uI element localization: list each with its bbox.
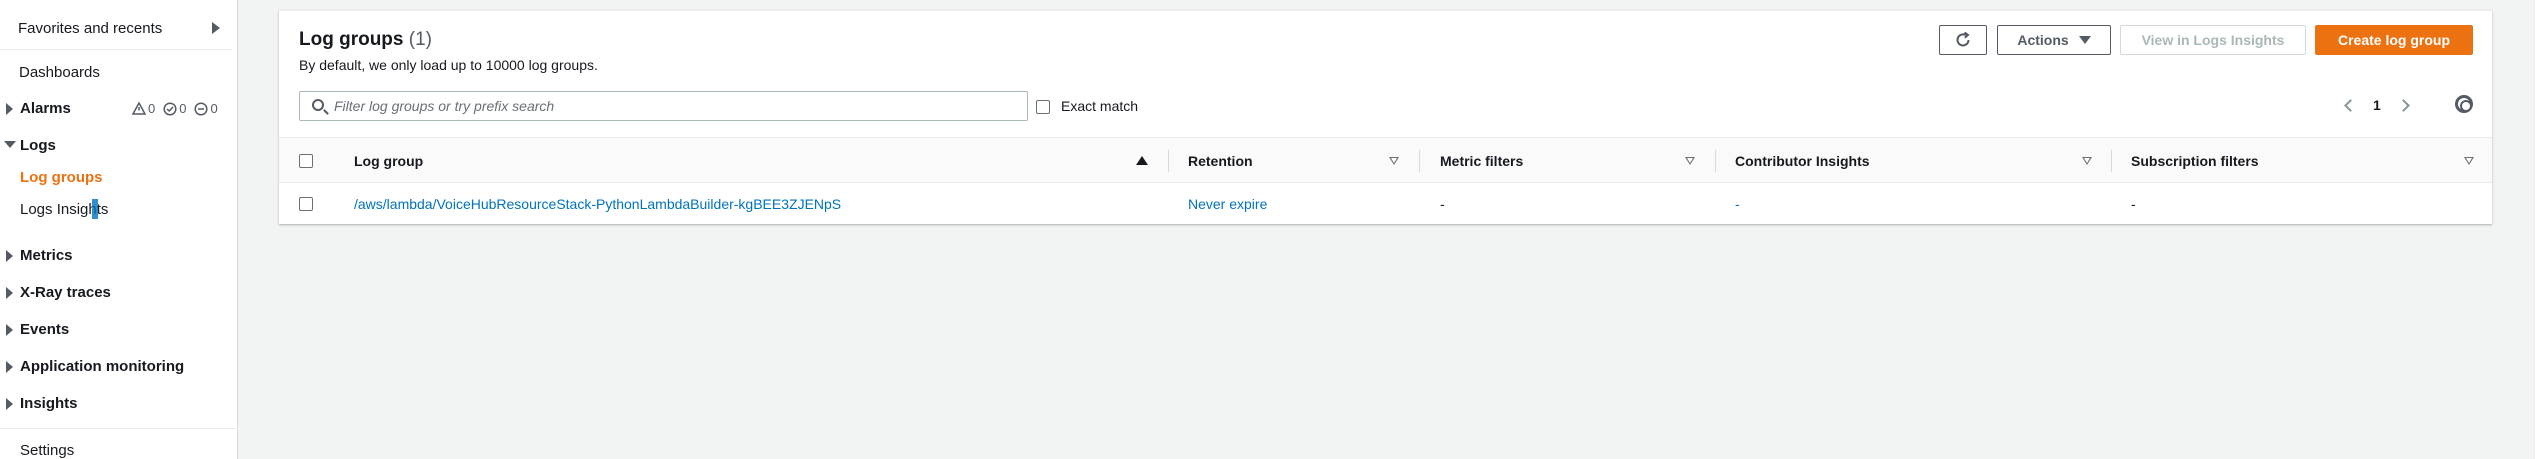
alarm-insufficient[interactable]: 0	[194, 101, 218, 116]
caret-right-icon[interactable]	[6, 398, 13, 410]
column-header-metric-filters[interactable]: Metric filters	[1440, 138, 1523, 184]
column-header-contributor-insights[interactable]: Contributor Insights	[1735, 138, 1870, 184]
table-row: /aws/lambda/VoiceHubResourceStack-Python…	[279, 184, 2492, 224]
sort-icon[interactable]	[2082, 157, 2092, 165]
search-input[interactable]	[334, 98, 1027, 114]
sidebar-favorites-label: Favorites and recents	[18, 20, 163, 37]
sidebar-item-dashboards[interactable]: Dashboards	[19, 64, 100, 81]
alarm-insufficient-count: 0	[210, 101, 218, 116]
actions-dropdown[interactable]: Actions	[1997, 25, 2111, 55]
page-scrollbar[interactable]	[2534, 0, 2548, 459]
log-group-count: (1)	[408, 29, 432, 50]
caret-right-icon[interactable]	[6, 250, 13, 262]
column-header-subscription-filters[interactable]: Subscription filters	[2131, 138, 2259, 184]
text-cursor	[92, 199, 98, 219]
create-log-group-button[interactable]: Create log group	[2315, 25, 2473, 55]
caret-right-icon	[212, 22, 220, 34]
alarm-in-alarm-count: 0	[148, 101, 156, 116]
caret-right-icon[interactable]	[6, 324, 13, 336]
column-divider	[1419, 150, 1420, 172]
gear-icon[interactable]	[2455, 95, 2473, 113]
sort-icon[interactable]	[1685, 157, 1695, 165]
page-description: By default, we only load up to 10000 log…	[299, 57, 598, 73]
pagination: 1	[2344, 97, 2410, 113]
sidebar-item-app-monitoring[interactable]: Application monitoring	[20, 358, 184, 375]
alarm-ok[interactable]: 0	[163, 101, 186, 116]
refresh-icon	[1956, 31, 1970, 47]
sidebar-item-logs[interactable]: Logs	[20, 137, 56, 154]
column-divider	[1715, 150, 1716, 172]
metric-filters-value: -	[1440, 196, 1445, 212]
sort-icon[interactable]	[2464, 157, 2474, 165]
log-groups-panel: Log groups (1) By default, we only load …	[279, 10, 2492, 224]
caret-right-icon[interactable]	[6, 287, 13, 299]
view-in-logs-insights-button[interactable]: View in Logs Insights	[2120, 25, 2306, 55]
chevron-left-icon[interactable]	[2344, 98, 2357, 112]
table-header: Log group Retention Metric filters Contr…	[279, 137, 2492, 183]
page-title: Log groups (1)	[299, 29, 432, 51]
sidebar-item-alarms[interactable]: Alarms	[20, 100, 71, 117]
refresh-button[interactable]	[1939, 25, 1987, 55]
column-divider	[2111, 150, 2112, 172]
sort-ascending-icon[interactable]	[1136, 156, 1148, 165]
contributor-insights-value[interactable]: -	[1735, 184, 1740, 224]
subscription-filters-value: -	[2131, 196, 2136, 212]
sidebar-divider	[0, 428, 238, 429]
alarm-in-alarm[interactable]: 0	[132, 101, 155, 116]
caret-down-icon[interactable]	[4, 141, 16, 148]
sidebar-item-settings[interactable]: Settings	[20, 442, 74, 459]
sidebar-favorites[interactable]: Favorites and recents	[0, 8, 232, 50]
current-page[interactable]: 1	[2373, 97, 2381, 113]
caret-down-icon	[2078, 36, 2091, 44]
caret-right-icon[interactable]	[6, 103, 13, 115]
retention-link[interactable]: Never expire	[1188, 184, 1267, 224]
column-divider	[1168, 150, 1169, 172]
sidebar-item-insights[interactable]: Insights	[20, 395, 78, 412]
caret-right-icon[interactable]	[6, 361, 13, 373]
actions-label: Actions	[2017, 32, 2069, 48]
row-checkbox[interactable]	[299, 197, 313, 211]
alarm-status-counts: 0 0 0	[132, 101, 218, 116]
sidebar-item-metrics[interactable]: Metrics	[20, 247, 73, 264]
warning-icon	[132, 102, 146, 115]
select-all-checkbox[interactable]	[299, 154, 313, 168]
sidebar-item-events[interactable]: Events	[20, 321, 69, 338]
minus-circle-icon	[194, 101, 209, 116]
alarm-ok-count: 0	[179, 101, 187, 116]
sidebar-item-xray[interactable]: X-Ray traces	[20, 284, 111, 301]
exact-match-checkbox[interactable]	[1036, 100, 1050, 114]
sidebar: Favorites and recents Dashboards Alarms …	[0, 0, 238, 459]
exact-match-label: Exact match	[1061, 98, 1139, 114]
check-circle-icon	[163, 101, 177, 116]
chevron-right-icon[interactable]	[2396, 98, 2410, 112]
page-title-text: Log groups	[299, 29, 404, 50]
sort-icon[interactable]	[1389, 157, 1399, 165]
log-group-link[interactable]: /aws/lambda/VoiceHubResourceStack-Python…	[354, 184, 841, 224]
search-icon	[312, 99, 324, 111]
column-header-log-group[interactable]: Log group	[354, 138, 423, 184]
search-field[interactable]	[299, 91, 1028, 121]
sidebar-item-log-groups[interactable]: Log groups	[20, 169, 103, 186]
column-header-retention[interactable]: Retention	[1188, 138, 1253, 184]
